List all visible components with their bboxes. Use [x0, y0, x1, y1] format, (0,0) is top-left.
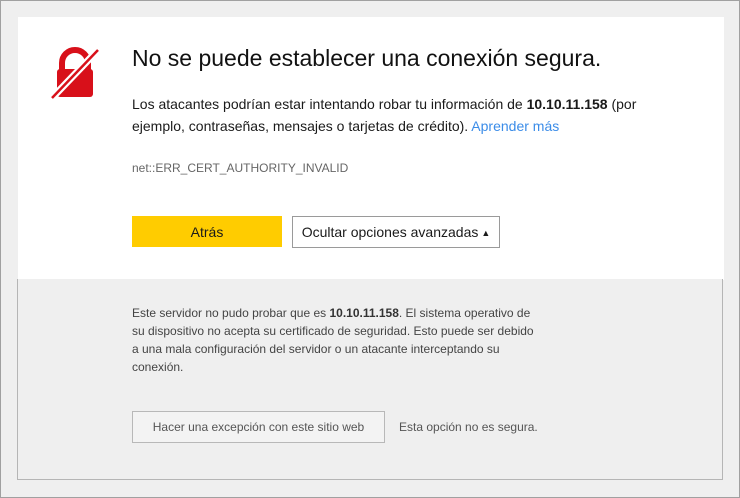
unsafe-note: Esta opción no es segura.: [399, 420, 538, 434]
learn-more-link[interactable]: Aprender más: [471, 118, 559, 134]
advanced-text-prefix: Este servidor no pudo probar que es: [132, 306, 330, 320]
error-panel: No se puede establecer una conexión segu…: [18, 17, 724, 280]
error-description: Los atacantes podrían estar intentando r…: [132, 93, 652, 137]
caret-up-icon: ▲: [481, 228, 491, 238]
advanced-section: Este servidor no pudo probar que es 10.1…: [17, 279, 723, 480]
advanced-description: Este servidor no pudo probar que es 10.1…: [132, 304, 542, 376]
add-exception-button[interactable]: Hacer una excepción con este sitio web: [132, 411, 385, 443]
back-button-label: Atrás: [190, 223, 224, 240]
back-button[interactable]: Atrás: [132, 216, 282, 247]
hide-advanced-button[interactable]: Ocultar opciones avanzadas ▲: [292, 216, 500, 248]
description-prefix: Los atacantes podrían estar intentando r…: [132, 96, 527, 112]
broken-lock-icon: [49, 47, 101, 101]
add-exception-label: Hacer una excepción con este sitio web: [152, 420, 365, 434]
hide-advanced-label: Ocultar opciones avanzadas: [301, 224, 479, 240]
host-address: 10.10.11.158: [526, 96, 608, 112]
browser-frame: No se puede establecer una conexión segu…: [0, 0, 740, 498]
error-code: net::ERR_CERT_AUTHORITY_INVALID: [132, 161, 349, 175]
error-title: No se puede establecer una conexión segu…: [132, 45, 602, 71]
advanced-host: 10.10.11.158: [329, 306, 399, 320]
